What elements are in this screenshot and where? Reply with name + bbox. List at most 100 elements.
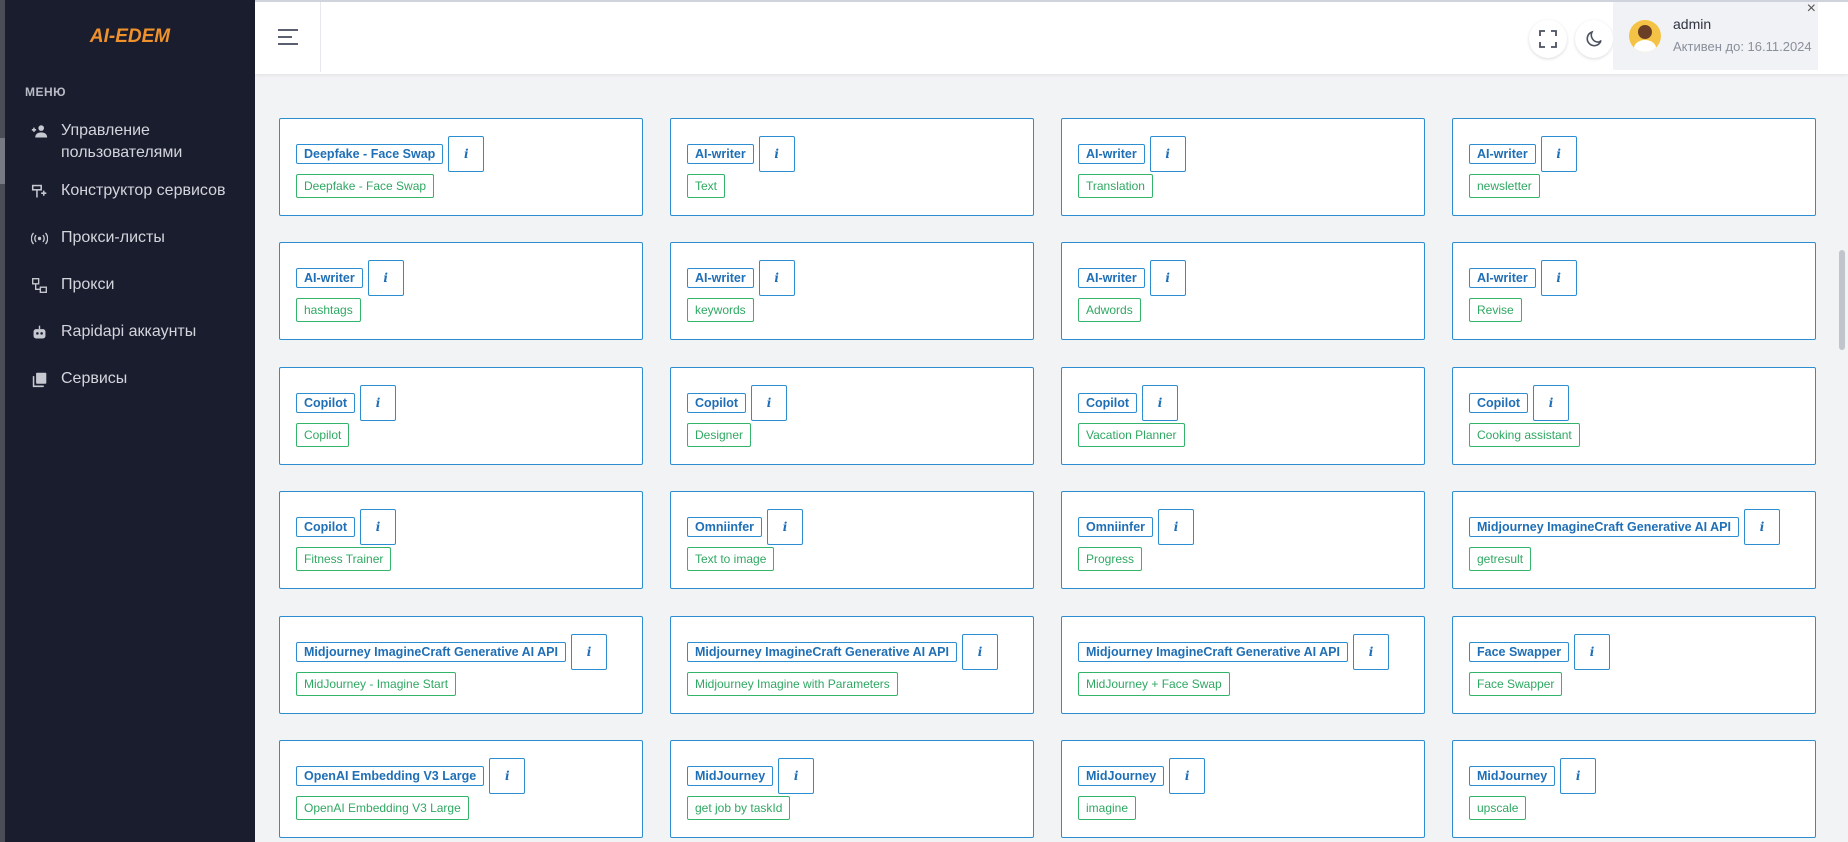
service-tag[interactable]: Midjourney ImagineCraft Generative AI AP… — [1469, 517, 1739, 537]
service-tag[interactable]: AI-writer — [1078, 144, 1145, 164]
endpoint-tag[interactable]: Adwords — [1078, 298, 1141, 322]
service-card: Deepfake - Face Swap i Deepfake - Face Swa… — [279, 118, 643, 216]
sidebar-item-proxies[interactable]: Прокси — [5, 274, 255, 321]
info-button[interactable]: i — [360, 509, 397, 545]
service-tag[interactable]: Copilot — [296, 517, 356, 537]
endpoint-tag[interactable]: Progress — [1078, 547, 1143, 571]
endpoint-tag[interactable]: Fitness Trainer — [296, 547, 392, 571]
service-tag[interactable]: OpenAI Embedding V3 Large — [296, 766, 485, 786]
scrollbar[interactable] — [1836, 0, 1848, 842]
info-button[interactable]: i — [758, 136, 795, 172]
endpoint-tag[interactable]: newsletter — [1469, 174, 1540, 198]
service-card-header: Midjourney ImagineCraft Generative AI AP… — [1078, 634, 1389, 670]
info-button[interactable]: i — [751, 385, 788, 421]
info-button[interactable]: i — [489, 758, 526, 794]
endpoint-tag[interactable]: upscale — [1469, 796, 1527, 820]
service-tag[interactable]: Deepfake - Face Swap — [296, 144, 444, 164]
endpoint-tag[interactable]: get job by taskId — [687, 796, 791, 820]
service-tag[interactable]: Midjourney ImagineCraft Generative AI AP… — [296, 642, 566, 662]
service-tag[interactable]: Midjourney ImagineCraft Generative AI AP… — [1078, 642, 1348, 662]
service-tag[interactable]: AI-writer — [687, 144, 754, 164]
service-tag[interactable]: Copilot — [687, 393, 747, 413]
service-card: Face Swapper i Face Swapper — [1452, 616, 1816, 714]
service-tag[interactable]: Midjourney ImagineCraft Generative AI AP… — [687, 642, 957, 662]
service-tag[interactable]: Face Swapper — [1469, 642, 1570, 662]
service-tag[interactable]: AI-writer — [1078, 268, 1145, 288]
menu-caption: МЕНЮ — [25, 85, 67, 99]
service-tag[interactable]: Copilot — [1469, 393, 1529, 413]
info-button[interactable]: i — [360, 385, 397, 421]
service-tag[interactable]: AI-writer — [1469, 268, 1536, 288]
info-button[interactable]: i — [1533, 385, 1570, 421]
service-tag[interactable]: AI-writer — [296, 268, 363, 288]
info-button[interactable]: i — [367, 260, 404, 296]
info-button[interactable]: i — [1142, 385, 1179, 421]
endpoint-tag[interactable]: Cooking assistant — [1469, 423, 1580, 447]
endpoint-tag[interactable]: getresult — [1469, 547, 1532, 571]
endpoint-tag[interactable]: Midjourney Imagine with Parameters — [687, 672, 898, 696]
service-card-header: Omniinfer i — [687, 509, 804, 545]
info-button[interactable]: i — [448, 136, 485, 172]
info-button[interactable]: i — [1169, 758, 1206, 794]
endpoint-tag[interactable]: hashtags — [296, 298, 361, 322]
service-tag[interactable]: Omniinfer — [1078, 517, 1154, 537]
sidebar-item-proxy-lists[interactable]: Прокси-листы — [5, 227, 255, 274]
sidebar-item-label: Управление пользователями — [61, 122, 183, 161]
info-button[interactable]: i — [1574, 634, 1611, 670]
endpoint-tag[interactable]: Vacation Planner — [1078, 423, 1185, 447]
info-button[interactable]: i — [758, 260, 795, 296]
info-button[interactable]: i — [1353, 634, 1389, 670]
service-tag[interactable]: MidJourney — [687, 766, 774, 786]
info-button[interactable]: i — [1540, 136, 1577, 172]
info-button[interactable]: i — [1149, 136, 1186, 172]
info-button[interactable]: i — [1540, 260, 1577, 296]
app-logo[interactable]: AI-EDEM — [5, 26, 255, 48]
service-card-header: Midjourney ImagineCraft Generative AI AP… — [296, 634, 607, 670]
service-tag[interactable]: Copilot — [296, 393, 356, 413]
menu-toggle-button[interactable] — [255, 2, 321, 72]
scrollbar-thumb[interactable] — [1839, 250, 1845, 350]
fullscreen-button[interactable] — [1529, 20, 1567, 58]
endpoint-tag[interactable]: Translation — [1078, 174, 1153, 198]
info-button[interactable]: i — [962, 634, 998, 670]
user-menu[interactable]: admin Активен до: 16.11.2024 × — [1613, 0, 1818, 70]
sidebar-item-users[interactable]: Управление пользователями — [5, 120, 255, 180]
service-card-header: OpenAI Embedding V3 Large i — [296, 758, 526, 794]
sidebar-item-rapidapi[interactable]: Rapidapi аккаунты — [5, 321, 255, 368]
sidebar-item-label: Rapidapi аккаунты — [61, 323, 197, 340]
info-button[interactable]: i — [1560, 758, 1597, 794]
endpoint-tag[interactable]: OpenAI Embedding V3 Large — [296, 796, 469, 820]
endpoint-tag[interactable]: Deepfake - Face Swap — [296, 174, 435, 198]
endpoint-tag[interactable]: MidJourney + Face Swap — [1078, 672, 1230, 696]
service-card-header: AI-writer i — [1469, 136, 1577, 172]
service-tag[interactable]: Copilot — [1078, 393, 1138, 413]
service-tag[interactable]: AI-writer — [687, 268, 754, 288]
builder-icon — [29, 180, 49, 202]
endpoint-tag[interactable]: imagine — [1078, 796, 1137, 820]
endpoint-tag[interactable]: keywords — [687, 298, 754, 322]
endpoint-tag[interactable]: MidJourney - Imagine Start — [296, 672, 457, 696]
endpoint-tag[interactable]: Copilot — [296, 423, 350, 447]
service-tag[interactable]: Omniinfer — [687, 517, 763, 537]
info-button[interactable]: i — [778, 758, 815, 794]
endpoint-tag[interactable]: Revise — [1469, 298, 1522, 322]
sidebar-item-service-builder[interactable]: Конструктор сервисов — [5, 180, 255, 227]
info-button[interactable]: i — [1744, 509, 1780, 545]
service-tag[interactable]: MidJourney — [1078, 766, 1165, 786]
endpoint-tag[interactable]: Text to image — [687, 547, 775, 571]
info-button[interactable]: i — [767, 509, 804, 545]
service-card: AI-writer i hashtags — [279, 242, 643, 340]
service-card: AI-writer i Adwords — [1061, 242, 1425, 340]
service-tag[interactable]: AI-writer — [1469, 144, 1536, 164]
info-button[interactable]: i — [1149, 260, 1186, 296]
sidebar-item-services[interactable]: Сервисы — [5, 368, 255, 415]
endpoint-tag[interactable]: Face Swapper — [1469, 672, 1563, 696]
service-card-header: Copilot i — [296, 509, 397, 545]
info-button[interactable]: i — [571, 634, 607, 670]
dark-mode-button[interactable] — [1575, 20, 1613, 58]
endpoint-tag[interactable]: Text — [687, 174, 726, 198]
close-icon[interactable]: × — [1807, 0, 1816, 18]
info-button[interactable]: i — [1158, 509, 1195, 545]
endpoint-tag[interactable]: Designer — [687, 423, 752, 447]
service-tag[interactable]: MidJourney — [1469, 766, 1556, 786]
